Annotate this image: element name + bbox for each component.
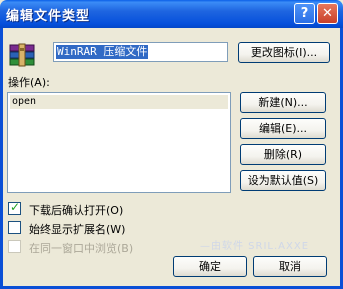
confirm-open-checkbox[interactable]: ✓ — [8, 200, 21, 215]
edit-file-type-dialog: 编辑文件类型 ? ✕ WinRAR 压缩文件 更改图标(I)... 操作(A):… — [0, 0, 343, 289]
always-show-extension-label[interactable]: 始终显示扩展名(W) — [29, 221, 125, 237]
actions-label: 操作(A): — [8, 76, 50, 89]
checkmark-icon: ✓ — [10, 200, 21, 214]
list-item[interactable]: open — [10, 95, 228, 109]
window-border-left — [0, 28, 3, 289]
change-icon-button[interactable]: 更改图标(I)... — [238, 42, 330, 63]
ok-button[interactable]: 确定 — [173, 256, 247, 277]
winrar-archive-icon — [9, 43, 35, 67]
always-show-extension-checkbox[interactable] — [8, 221, 21, 234]
confirm-open-label[interactable]: 下载后确认打开(O) — [29, 202, 123, 218]
watermark-text: —由软件 SRIL.AXXE — [200, 241, 310, 252]
edit-button[interactable]: 编辑(E)... — [240, 118, 326, 139]
new-button[interactable]: 新建(N)... — [240, 92, 326, 113]
browse-same-window-label: 在同一窗口中浏览(B) — [29, 242, 134, 255]
set-default-button[interactable]: 设为默认值(S) — [240, 170, 326, 191]
file-type-name-field[interactable]: WinRAR 压缩文件 — [53, 42, 228, 62]
close-icon: ✕ — [322, 6, 333, 21]
delete-button[interactable]: 删除(R) — [240, 144, 326, 165]
browse-same-window-checkbox — [8, 240, 21, 253]
window-title: 编辑文件类型 — [6, 9, 91, 24]
title-bar[interactable]: 编辑文件类型 ? ✕ — [0, 0, 343, 28]
close-button[interactable]: ✕ — [317, 3, 338, 24]
cancel-button[interactable]: 取消 — [253, 256, 327, 277]
actions-list[interactable]: open — [7, 92, 231, 193]
file-type-name-value: WinRAR 压缩文件 — [56, 45, 149, 59]
help-icon: ? — [300, 6, 309, 21]
help-button[interactable]: ? — [294, 3, 315, 24]
